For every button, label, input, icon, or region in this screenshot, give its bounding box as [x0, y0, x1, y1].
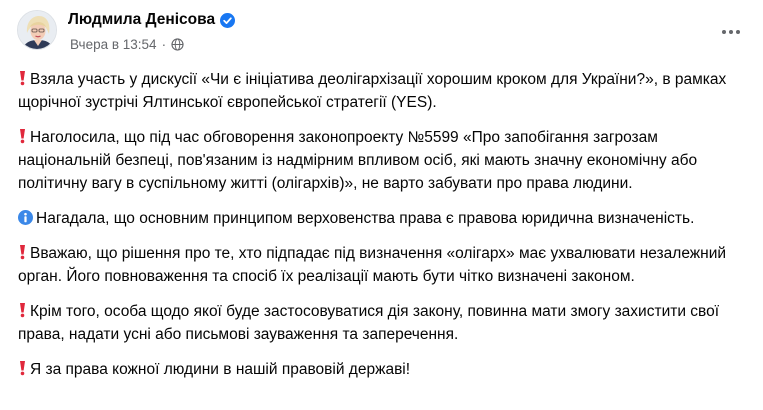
- author-row: Людмила Денісова: [68, 9, 236, 31]
- globe-icon[interactable]: [171, 38, 184, 51]
- post-content: Взяла участь у дискусії «Чи є ініціатива…: [18, 68, 753, 393]
- more-options-button[interactable]: [713, 20, 749, 44]
- paragraph-text: Вважаю, що рішення про те, хто підпадає …: [18, 245, 727, 285]
- paragraph-text: Крім того, особа щодо якої буде застосов…: [18, 303, 720, 343]
- more-dot: [729, 30, 733, 34]
- paragraph-text: Нагадала, що основним принципом верховен…: [36, 210, 695, 227]
- post-paragraph: Наголосила, що під час обговорення закон…: [18, 126, 753, 195]
- author-name[interactable]: Людмила Денісова: [68, 11, 215, 29]
- paragraph-text: Я за права кожної людини в нашій правові…: [30, 361, 411, 378]
- paragraph-text: Взяла участь у дискусії «Чи є ініціатива…: [18, 71, 727, 111]
- exclamation-icon: [18, 244, 27, 260]
- exclamation-icon: [18, 70, 27, 86]
- post-paragraph: Взяла участь у дискусії «Чи є ініціатива…: [18, 68, 753, 114]
- post-paragraph: Вважаю, що рішення про те, хто підпадає …: [18, 242, 753, 288]
- more-dot: [722, 30, 726, 34]
- information-icon: [18, 209, 33, 225]
- exclamation-icon: [18, 128, 27, 144]
- paragraph-text: Наголосила, що під час обговорення закон…: [18, 129, 698, 192]
- exclamation-icon: [18, 360, 27, 376]
- verified-badge-icon: [220, 12, 236, 28]
- avatar[interactable]: [17, 10, 57, 50]
- facebook-post: Людмила Денісова Вчера в 13:54 · Взяла у…: [0, 0, 763, 410]
- more-dot: [736, 30, 740, 34]
- post-paragraph: Крім того, особа щодо якої буде застосов…: [18, 300, 753, 346]
- post-paragraph: Нагадала, що основним принципом верховен…: [18, 207, 753, 230]
- post-timestamp[interactable]: Вчера в 13:54: [70, 37, 157, 52]
- post-paragraph: Я за права кожної людини в нашій правові…: [18, 358, 753, 381]
- meta-separator: ·: [161, 37, 167, 52]
- exclamation-icon: [18, 302, 27, 318]
- post-meta: Вчера в 13:54 ·: [70, 37, 184, 52]
